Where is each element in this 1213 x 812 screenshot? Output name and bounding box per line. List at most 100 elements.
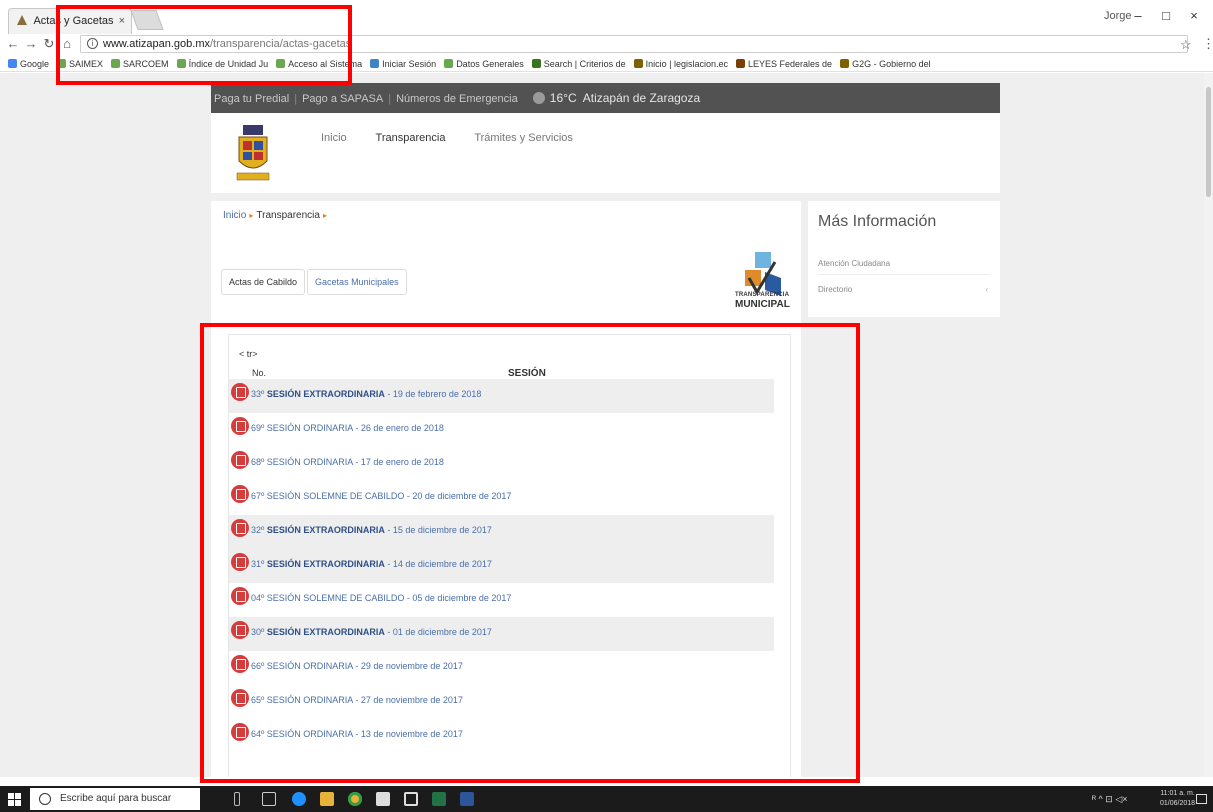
bookmark-label: Search | Criterios de — [543, 59, 626, 69]
content-tabs: Actas de Cabildo Gacetas Municipales — [221, 269, 409, 295]
session-link[interactable]: 64º SESIÓN ORDINARIA - 13 de noviembre d… — [251, 729, 463, 739]
browser-tabstrip: Actas y Gacetas × Jorge – □ × — [0, 0, 1213, 34]
mail-icon[interactable] — [404, 792, 418, 806]
reload-icon[interactable]: ↻ — [42, 34, 56, 54]
bookmark-item[interactable]: Search | Criterios de — [531, 55, 626, 71]
bookmark-item[interactable]: Datos Generales — [444, 55, 524, 71]
breadcrumb: Inicio ▸ Transparencia ▸ — [223, 210, 330, 221]
info-icon[interactable]: i — [87, 38, 98, 49]
session-link[interactable]: 04º SESIÓN SOLEMNE DE CABILDO - 05 de di… — [251, 593, 511, 603]
new-tab-button[interactable] — [130, 10, 164, 30]
browser-tab[interactable]: Actas y Gacetas × — [8, 8, 132, 34]
system-tray-icons[interactable]: ᴿ ^ ⊡ ◁× — [1092, 786, 1128, 812]
session-link[interactable]: 30º SESIÓN EXTRAORDINARIA - 01 de diciem… — [251, 627, 492, 637]
bookmark-item[interactable]: SAIMEX — [57, 55, 103, 71]
topbar-separator: | — [294, 93, 298, 105]
pdf-document-icon[interactable] — [231, 451, 249, 469]
notifications-icon[interactable] — [1196, 794, 1207, 804]
bookmark-star-icon[interactable]: ☆ — [1180, 37, 1192, 53]
windows-start-icon[interactable] — [8, 793, 21, 806]
bookmark-item[interactable]: SARCOEM — [111, 55, 169, 71]
bookmark-item[interactable]: Acceso al Sistema — [276, 55, 362, 71]
nav-inicio[interactable]: Inicio — [321, 132, 347, 144]
bookmark-favicon-icon — [531, 59, 541, 68]
tab-close-icon[interactable]: × — [119, 9, 125, 33]
municipal-coat-of-arms-logo[interactable] — [235, 123, 271, 187]
main-navigation: Inicio Transparencia Trámites y Servicio… — [321, 132, 599, 144]
session-type-bold: SESIÓN EXTRAORDINARIA — [266, 559, 385, 569]
session-link[interactable]: 68º SESIÓN ORDINARIA - 17 de enero de 20… — [251, 457, 444, 467]
pdf-document-icon[interactable] — [231, 655, 249, 673]
nav-tramites[interactable]: Trámites y Servicios — [474, 132, 573, 144]
cortana-circle-icon — [39, 793, 51, 805]
pdf-document-icon[interactable] — [231, 689, 249, 707]
bookmark-item[interactable]: Inicio | legislacion.ec — [633, 55, 728, 71]
sidebar-item-directorio[interactable]: Directorio ‹ — [818, 279, 990, 301]
bookmark-label: Datos Generales — [456, 59, 524, 69]
pdf-document-icon[interactable] — [231, 553, 249, 571]
pdf-document-icon[interactable] — [231, 519, 249, 537]
clock-time: 11:01 a. m. — [1160, 790, 1195, 797]
back-arrow-icon[interactable]: ← — [6, 34, 20, 54]
window-minimize-button[interactable]: – — [1128, 6, 1148, 26]
pdf-document-icon[interactable] — [231, 485, 249, 503]
address-bar[interactable]: i www.atizapan.gob.mx/transparencia/acta… — [80, 35, 1188, 53]
microphone-icon[interactable] — [234, 792, 240, 806]
bookmark-item[interactable]: Índice de Unidad Ju — [176, 55, 268, 71]
session-date: - 26 de enero de 2018 — [352, 423, 444, 433]
tab-actas-de-cabildo[interactable]: Actas de Cabildo — [221, 269, 306, 295]
topbar-link-predial[interactable]: Paga tu Predial — [214, 93, 289, 105]
taskbar-search-box[interactable]: Escribe aquí para buscar — [30, 788, 200, 810]
window-maximize-button[interactable]: □ — [1156, 6, 1176, 26]
session-link[interactable]: 67º SESIÓN SOLEMNE DE CABILDO - 20 de di… — [251, 491, 511, 501]
web-page: Paga tu Predial | Pago a SAPASA | Números de… — [0, 73, 1213, 777]
session-link[interactable]: 65º SESIÓN ORDINARIA - 27 de noviembre d… — [251, 695, 463, 705]
bookmark-item[interactable]: LEYES Federales de — [736, 55, 832, 71]
pdf-document-icon[interactable] — [231, 383, 249, 401]
column-header-no: No. — [252, 368, 267, 378]
word-icon[interactable] — [460, 792, 474, 806]
home-icon[interactable]: ⌂ — [60, 34, 74, 54]
session-link[interactable]: 69º SESIÓN ORDINARIA - 26 de enero de 20… — [251, 423, 444, 433]
task-view-icon[interactable] — [262, 792, 276, 806]
pdf-document-icon[interactable] — [231, 417, 249, 435]
bookmark-item[interactable]: G2G - Gobierno del — [840, 55, 931, 71]
topbar-link-emergencia[interactable]: Números de Emergencia — [396, 93, 518, 105]
bookmark-favicon-icon — [111, 59, 121, 68]
session-link[interactable]: 32º SESIÓN EXTRAORDINARIA - 15 de diciem… — [251, 525, 492, 535]
taskbar-clock[interactable]: 11:01 a. m. 01/06/2018 — [1160, 789, 1195, 809]
tab-title: Actas y Gacetas — [33, 15, 114, 27]
session-link[interactable]: 66º SESIÓN ORDINARIA - 29 de noviembre d… — [251, 661, 463, 671]
pdf-document-icon[interactable] — [231, 587, 249, 605]
session-number: 69º SESIÓN ORDINARIA — [251, 423, 353, 433]
calculator-icon[interactable] — [376, 792, 390, 806]
session-link[interactable]: 31º SESIÓN EXTRAORDINARIA - 14 de diciem… — [251, 559, 492, 569]
excel-icon[interactable] — [432, 792, 446, 806]
nav-transparencia[interactable]: Transparencia — [376, 132, 446, 144]
bookmark-label: Iniciar Sesión — [382, 59, 437, 69]
bookmark-item[interactable]: Google — [8, 55, 49, 71]
pdf-document-icon[interactable] — [231, 621, 249, 639]
topbar-link-sapasa[interactable]: Pago a SAPASA — [302, 93, 383, 105]
session-date: - 19 de febrero de 2018 — [384, 389, 482, 399]
session-date: - 29 de noviembre de 2017 — [352, 661, 463, 671]
session-number: 04º SESIÓN SOLEMNE DE CABILDO — [251, 593, 405, 603]
page-scrollbar[interactable] — [1204, 73, 1213, 777]
forward-arrow-icon[interactable]: → — [24, 34, 38, 54]
edge-browser-icon[interactable] — [292, 792, 306, 806]
bookmark-favicon-icon — [840, 59, 850, 68]
table-row: 68º SESIÓN ORDINARIA - 17 de enero de 20… — [229, 447, 774, 481]
chrome-icon[interactable] — [348, 792, 362, 806]
browser-menu-icon[interactable]: ⋮ — [1202, 36, 1213, 52]
breadcrumb-current[interactable]: Transparencia — [256, 210, 320, 221]
tab-gacetas-municipales[interactable]: Gacetas Municipales — [307, 269, 407, 295]
file-explorer-icon[interactable] — [320, 792, 334, 806]
bookmark-item[interactable]: Iniciar Sesión — [370, 55, 437, 71]
clock-date: 01/06/2018 — [1160, 800, 1196, 807]
window-close-button[interactable]: × — [1184, 6, 1204, 26]
scrollbar-thumb[interactable] — [1206, 87, 1211, 197]
session-link[interactable]: 33º SESIÓN EXTRAORDINARIA - 19 de febrer… — [251, 389, 481, 399]
breadcrumb-home-link[interactable]: Inicio — [223, 210, 246, 221]
sidebar-item-atencion[interactable]: Atención Ciudadana — [818, 253, 990, 275]
pdf-document-icon[interactable] — [231, 723, 249, 741]
